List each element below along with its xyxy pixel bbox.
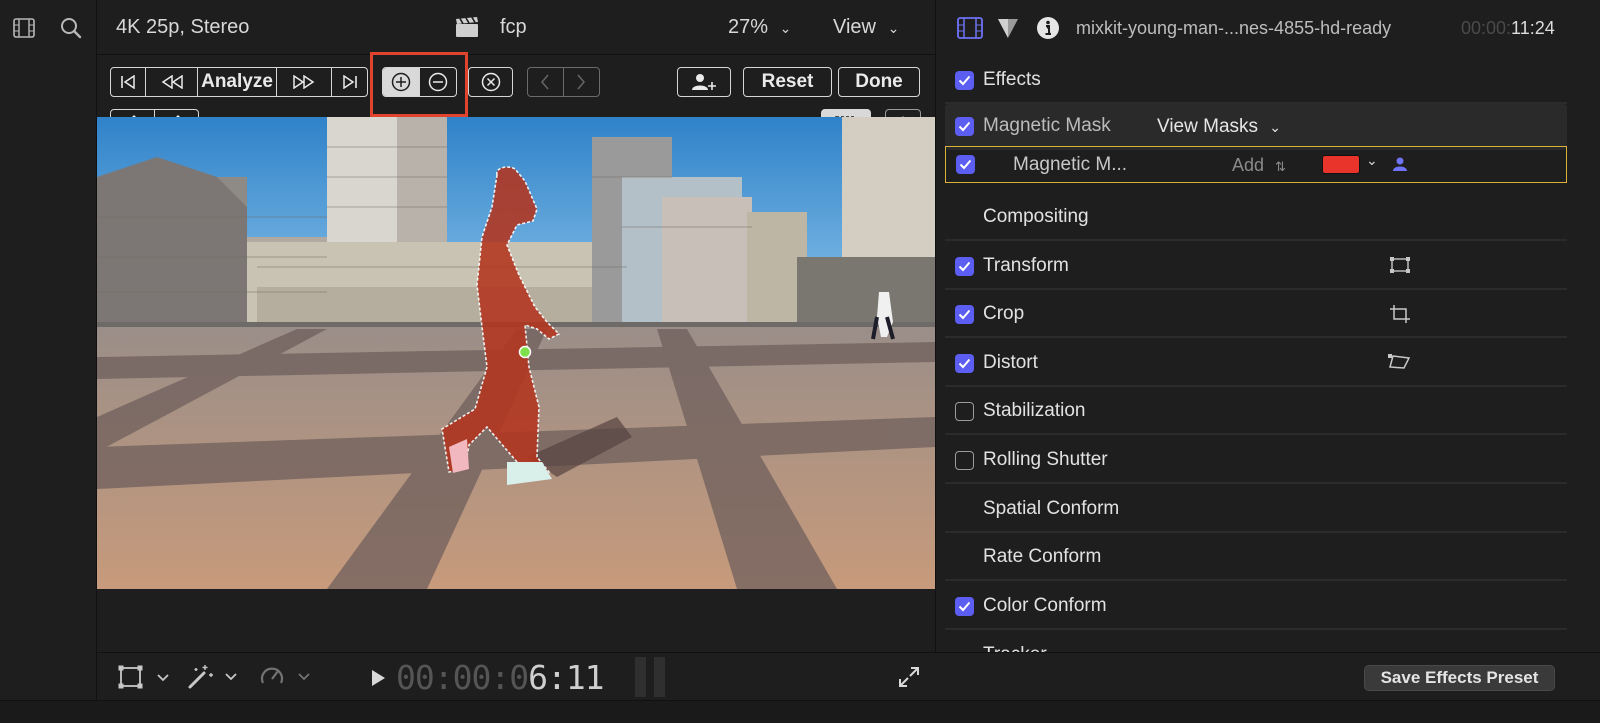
timecode-display[interactable]: 00:00:06:11 [396, 658, 605, 697]
view-menu-label: View [833, 16, 876, 38]
left-sidebar [0, 0, 97, 723]
effects-checkbox[interactable] [955, 70, 974, 90]
nav-arrows [527, 67, 600, 97]
rolling-shutter-checkbox[interactable] [955, 450, 974, 470]
info-icon[interactable] [1035, 15, 1061, 41]
view-masks-menu[interactable]: View Masks ⌄ [1157, 116, 1281, 138]
effects-label: Effects [983, 69, 1041, 90]
search-icon[interactable] [58, 15, 84, 41]
clip-duration-live: 11:24 [1511, 18, 1555, 38]
mode-stepper[interactable]: Add ⇅ [1232, 155, 1286, 176]
color-conform-checkbox[interactable] [955, 596, 974, 616]
magnetic-mask-shape-label: Magnetic M... [1013, 153, 1128, 175]
filmstrip-icon[interactable] [12, 16, 36, 40]
mode-label: Add [1232, 155, 1265, 175]
chevron-down-icon: ⌄ [887, 20, 900, 36]
transform-tool-icon[interactable] [116, 664, 178, 690]
crop-checkbox[interactable] [955, 304, 974, 324]
previous-arrow-icon[interactable] [528, 68, 564, 96]
distort-row[interactable]: Distort [945, 341, 1567, 387]
analyze-button[interactable]: Analyze [198, 68, 277, 96]
next-arrow-icon[interactable] [564, 68, 600, 96]
magic-wand-icon[interactable] [185, 662, 245, 690]
color-conform-label: Color Conform [983, 595, 1107, 616]
stabilization-checkbox[interactable] [955, 401, 974, 421]
analyze-backward-button[interactable] [146, 68, 199, 96]
effects-row[interactable]: Effects [945, 58, 1567, 104]
color-inspector-icon[interactable] [995, 16, 1021, 40]
magnetic-mask-shape-checkbox[interactable] [956, 155, 975, 174]
format-label: 4K 25p, Stereo [116, 16, 250, 38]
rolling-shutter-label: Rolling Shutter [983, 449, 1108, 470]
clapper-icon [454, 15, 480, 39]
stabilization-row[interactable]: Stabilization [945, 389, 1567, 435]
spatial-conform-label: Spatial Conform [983, 498, 1120, 519]
jump-start-button[interactable] [111, 68, 146, 96]
view-masks-label: View Masks [1157, 116, 1259, 137]
spatial-conform-row[interactable]: Spatial Conform [945, 487, 1567, 533]
transform-onscreen-icon[interactable] [1389, 256, 1411, 279]
rolling-shutter-row[interactable]: Rolling Shutter [945, 438, 1567, 484]
clip-duration-dim: 00:00: [1461, 18, 1512, 38]
transform-checkbox[interactable] [955, 256, 974, 276]
transform-row[interactable]: Transform [945, 244, 1567, 290]
person-icon[interactable] [1392, 156, 1408, 177]
add-person-button[interactable] [677, 67, 731, 97]
chevron-down-icon: ⌄ [779, 20, 792, 36]
chevron-down-icon: ⌄ [1269, 119, 1282, 135]
stabilization-label: Stabilization [983, 400, 1086, 421]
rate-conform-label: Rate Conform [983, 546, 1102, 567]
save-effects-preset-button[interactable]: Save Effects Preset [1364, 665, 1555, 691]
analysis-controls: Analyze [110, 67, 368, 97]
timecode-live: 6:11 [528, 658, 604, 697]
transform-label: Transform [983, 255, 1069, 276]
zoom-menu[interactable]: 27% ⌄ [728, 16, 791, 39]
video-inspector-icon[interactable] [956, 16, 984, 40]
clip-name: mixkit-young-man-...nes-4855-hd-ready [1076, 18, 1392, 38]
magnetic-mask-shape-row[interactable]: Magnetic M... Add ⇅ ⌄ [945, 146, 1567, 183]
project-name: fcp [500, 16, 527, 38]
play-icon[interactable] [367, 667, 389, 689]
analyze-forward-button[interactable] [277, 68, 333, 96]
timecode-dim: 00:00:0 [396, 658, 529, 697]
fullscreen-icon[interactable] [896, 664, 922, 690]
speed-gauge-icon[interactable] [258, 662, 318, 690]
compositing-row[interactable]: Compositing [945, 195, 1567, 241]
stepper-icon: ⇅ [1275, 159, 1286, 174]
done-button[interactable]: Done [838, 67, 920, 97]
jump-end-button[interactable] [332, 68, 367, 96]
zoom-label: 27% [728, 16, 769, 38]
tracker-label: Tracker [983, 644, 1047, 652]
video-frame[interactable] [97, 117, 935, 589]
clear-mask-button[interactable] [468, 67, 513, 97]
magnetic-mask-checkbox[interactable] [955, 116, 974, 136]
reset-button[interactable]: Reset [743, 67, 832, 97]
highlight-annotation [370, 52, 468, 117]
mask-color-swatch[interactable] [1322, 155, 1360, 174]
view-menu[interactable]: View ⌄ [833, 16, 899, 39]
timeline-edge [0, 700, 1600, 723]
distort-checkbox[interactable] [955, 353, 974, 373]
magnetic-mask-label: Magnetic Mask [983, 115, 1111, 136]
compositing-label: Compositing [983, 206, 1089, 227]
rate-conform-row[interactable]: Rate Conform [945, 535, 1567, 581]
distort-label: Distort [983, 352, 1038, 373]
crop-row[interactable]: Crop [945, 292, 1567, 338]
chevron-down-icon[interactable]: ⌄ [1366, 152, 1378, 169]
tracker-row[interactable]: Tracker [945, 632, 1567, 652]
crop-onscreen-icon[interactable] [1389, 304, 1411, 329]
color-conform-row[interactable]: Color Conform [945, 584, 1567, 630]
audio-meter-icon [632, 654, 668, 698]
distort-onscreen-icon[interactable] [1387, 353, 1411, 376]
clip-duration: 00:00:11:24 [1461, 18, 1555, 39]
magnetic-mask-row[interactable]: Magnetic Mask View Masks ⌄ [945, 104, 1567, 150]
crop-label: Crop [983, 303, 1025, 324]
